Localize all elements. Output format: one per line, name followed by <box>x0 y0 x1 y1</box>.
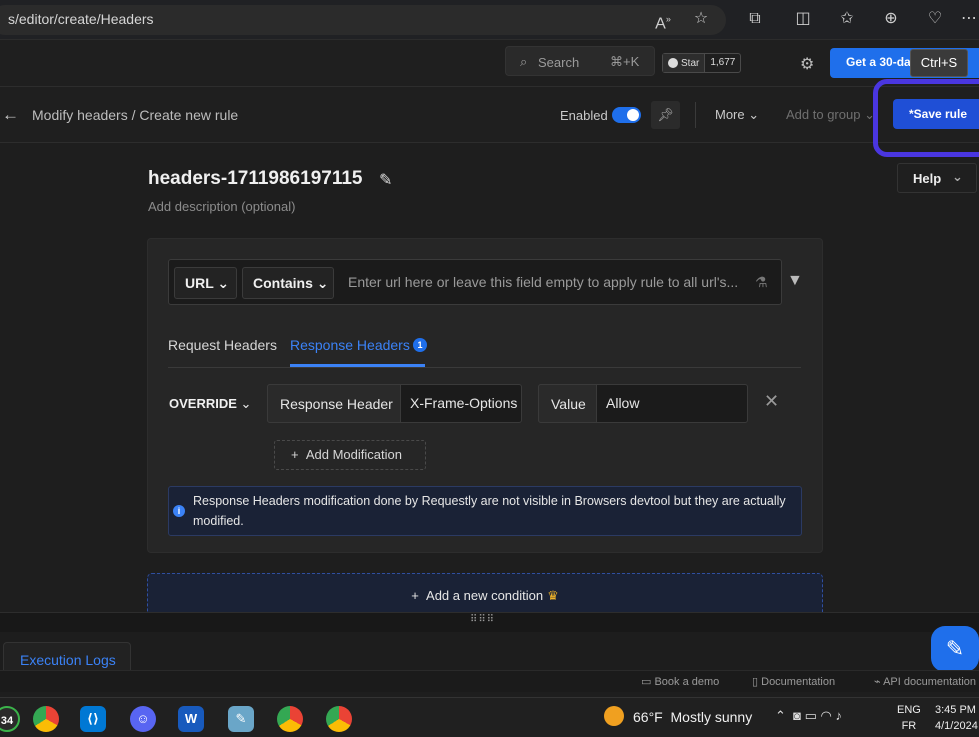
tab-response-headers[interactable]: Response Headers <box>290 337 410 353</box>
camera-icon: ◙ <box>793 708 801 723</box>
count-badge: 1 <box>413 338 427 352</box>
link-icon: ⌁ <box>874 676 881 688</box>
rule-description[interactable]: Add description (optional) <box>148 199 295 214</box>
breadcrumb: Modify headers / Create new rule <box>32 107 239 123</box>
github-icon <box>668 58 678 68</box>
tab-execution-logs[interactable]: Execution Logs <box>3 642 131 672</box>
shortcut-tooltip: Ctrl+S <box>910 49 968 77</box>
pin-icon: 📌︎ <box>657 107 674 122</box>
discord-icon[interactable]: ☺ <box>130 706 156 732</box>
more-options-icon[interactable]: ⋯ <box>958 8 979 30</box>
book-icon: ▯ <box>752 676 759 688</box>
taskbar-badge-icon[interactable]: 34 <box>0 706 20 732</box>
url-input[interactable]: Enter url here or leave this field empty… <box>348 274 738 290</box>
header-name-value[interactable]: X-Frame-Options <box>410 395 517 411</box>
add-condition-button[interactable]: + Add a new condition ♛ <box>147 573 823 617</box>
chevron-up-icon: ⌃ <box>775 708 786 723</box>
calendar-icon: ▭ <box>641 676 652 688</box>
weather-sun-icon[interactable] <box>604 706 624 726</box>
system-tray[interactable]: ⌃ ◙ ▭ ◠ ♪ <box>775 708 842 724</box>
address-bar[interactable]: s/editor/create/Headers <box>0 5 726 35</box>
chevron-down-icon: ⌄ <box>217 275 230 291</box>
volume-icon: ♪ <box>835 708 843 723</box>
collections-icon[interactable]: ⊕ <box>880 8 902 30</box>
chevron-down-icon: ⌄ <box>240 396 252 411</box>
search-icon: ⌕ <box>520 54 528 69</box>
url-field-select[interactable]: URL ⌄ <box>174 267 237 299</box>
crown-icon: ♛ <box>547 588 559 603</box>
chrome-profile-a-icon[interactable] <box>33 706 59 732</box>
enabled-label: Enabled <box>560 108 608 123</box>
browser-toolbar: s/editor/create/Headers A» ☆ ⧉ ◫ ✩ ⊕ ♡ ⋯ <box>0 0 979 40</box>
settings-gear-icon[interactable]: ⚙ <box>800 54 814 74</box>
documentation-link[interactable]: ▯ Documentation <box>752 675 835 688</box>
vscode-icon[interactable]: ⟨⟩ <box>80 706 106 732</box>
chevron-down-icon: ⌄ <box>316 275 329 291</box>
chrome-icon[interactable] <box>326 706 352 732</box>
plus-icon: + <box>291 447 299 462</box>
read-aloud-icon[interactable]: A» <box>652 8 674 32</box>
back-arrow-icon[interactable]: ← <box>2 105 19 125</box>
favorites-icon[interactable]: ✩ <box>836 8 858 30</box>
header-name-label: Response Header <box>267 384 401 423</box>
github-star-label: Star <box>681 57 700 69</box>
github-star-count: 1,677 <box>704 54 740 72</box>
github-star-button[interactable]: Star 1,677 <box>662 53 742 73</box>
chat-support-icon[interactable]: ✎ <box>931 626 979 672</box>
extensions-icon[interactable]: ⧉ <box>744 8 766 30</box>
wifi-icon: ◠ <box>820 708 832 723</box>
add-to-group-dropdown[interactable]: Add to group ⌄ <box>786 107 875 123</box>
remove-modification-icon[interactable]: ✕ <box>764 391 779 412</box>
rule-editor-header: ← Modify headers / Create new rule Enabl… <box>0 87 979 143</box>
info-icon: i <box>173 505 185 517</box>
drag-handle-icon[interactable]: ⠿⠿⠿ <box>470 614 495 625</box>
operator-select[interactable]: Contains ⌄ <box>242 267 334 299</box>
split-screen-icon[interactable]: ◫ <box>792 8 814 30</box>
filter-icon[interactable]: ▼ <box>787 272 803 290</box>
word-icon[interactable]: W <box>178 706 204 732</box>
weather-widget[interactable]: 66°F Mostly sunny <box>633 709 752 725</box>
search-label: Search <box>538 55 580 70</box>
more-dropdown[interactable]: More ⌄ <box>715 107 759 123</box>
save-rule-button[interactable]: *Save rule <box>893 99 979 129</box>
footer: ▭ Book a demo ▯ Documentation ⌁ API docu… <box>0 670 979 692</box>
favorite-star-icon[interactable]: ☆ <box>690 8 712 30</box>
browser-essentials-icon[interactable]: ♡ <box>924 8 946 30</box>
tab-request-headers[interactable]: Request Headers <box>168 337 277 353</box>
enabled-toggle[interactable] <box>612 107 641 123</box>
rule-name[interactable]: headers-1711986197115 <box>148 168 362 190</box>
add-modification-button[interactable]: + Add Modification <box>274 440 426 470</box>
test-flask-icon[interactable]: ⚗ <box>755 274 768 291</box>
search-button[interactable]: ⌕ Search ⌘+K <box>505 46 655 76</box>
divider <box>695 102 696 128</box>
search-shortcut: ⌘+K <box>610 54 640 69</box>
chrome-profile-m-icon[interactable] <box>277 706 303 732</box>
header-value-label: Value <box>538 384 597 423</box>
app-header: ⌕ Search ⌘+K Star 1,677 ⚙ Get a 30-day f… <box>0 40 979 87</box>
notepad-icon[interactable]: ✎ <box>228 706 254 732</box>
edit-pencil-icon[interactable]: ✎ <box>379 170 392 190</box>
book-demo-link[interactable]: ▭ Book a demo <box>641 675 719 688</box>
chevron-down-icon: ⌄ <box>952 169 963 184</box>
notice-text: Response Headers modification done by Re… <box>193 494 786 528</box>
language-indicator[interactable]: ENG FR <box>897 702 921 734</box>
header-value-text[interactable]: Allow <box>606 395 639 411</box>
address-bar-url: s/editor/create/Headers <box>8 11 154 27</box>
help-dropdown[interactable]: Help ⌄ <box>897 163 977 193</box>
modification-type-select[interactable]: OVERRIDE ⌄ <box>169 396 251 412</box>
pin-button[interactable]: 📌︎ <box>651 101 680 129</box>
battery-icon: ▭ <box>804 708 817 723</box>
chevron-down-icon: ⌄ <box>748 107 760 122</box>
bottom-panel <box>0 632 979 670</box>
clock[interactable]: 3:45 PM 4/1/2024 <box>935 702 978 734</box>
api-docs-link[interactable]: ⌁ API documentation <box>874 675 976 688</box>
plus-icon: + <box>411 588 419 603</box>
active-tab-indicator <box>290 364 425 367</box>
